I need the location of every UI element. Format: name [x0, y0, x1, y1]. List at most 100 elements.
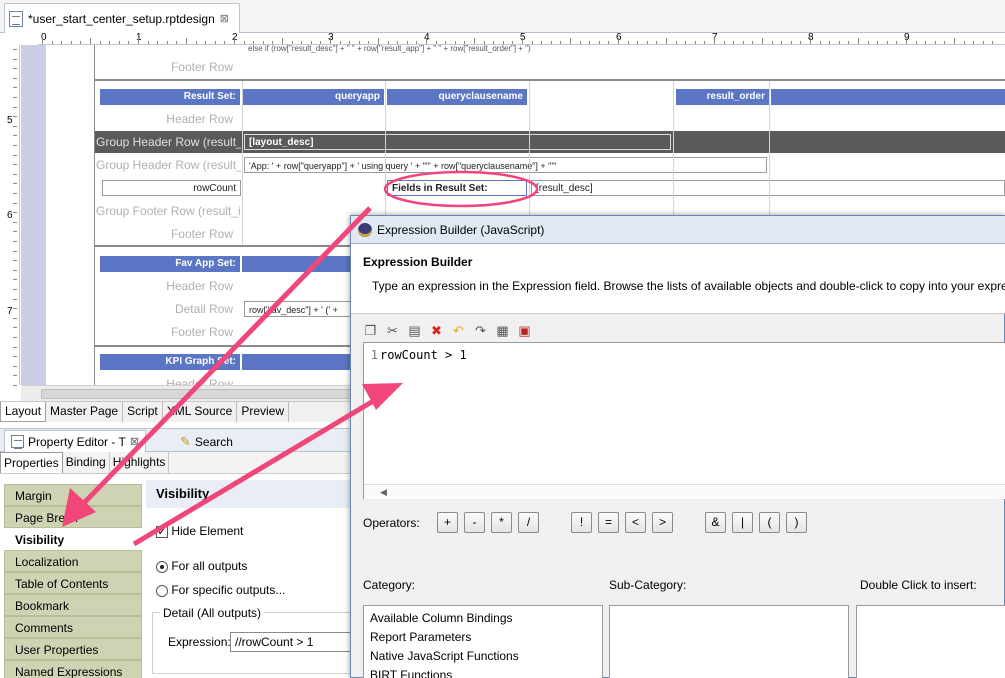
ruler-tick — [13, 346, 17, 348]
ruler-tick — [13, 260, 17, 262]
dialog-title-bar: Expression Builder (JavaScript) — [351, 216, 1005, 244]
ruler-tick — [915, 41, 917, 44]
ruler-tick — [474, 38, 475, 44]
operator-less-button[interactable]: < — [625, 512, 646, 533]
ruler-tick — [618, 38, 619, 44]
operator-minus-button[interactable]: - — [464, 512, 485, 533]
ruler-tick — [666, 38, 667, 44]
operator-plus-button[interactable]: + — [437, 512, 458, 533]
ruler-tick — [387, 41, 389, 44]
category-margin[interactable]: Margin — [4, 484, 142, 506]
header-row-label-3[interactable]: Header Row — [96, 373, 241, 385]
footer-row-label-3[interactable]: Footer Row — [96, 321, 241, 343]
operator-multiply-button[interactable]: * — [491, 512, 512, 533]
expression-editor[interactable]: 1 rowCount > 1 ◀ — [363, 342, 1005, 499]
category-user-properties[interactable]: User Properties — [4, 638, 142, 660]
cut-icon[interactable]: ✂ — [385, 323, 400, 338]
calculate-icon[interactable]: ▣ — [517, 323, 532, 338]
operator-open-paren-button[interactable]: ( — [759, 512, 780, 533]
ruler-tick — [982, 41, 984, 44]
subcategory-list[interactable] — [609, 605, 849, 678]
ruler-tick — [906, 38, 907, 44]
scroll-left-icon[interactable]: ◀ — [380, 487, 387, 497]
page-margin — [21, 45, 46, 385]
header-row-label[interactable]: Header Row — [96, 108, 241, 130]
footer-row-label-2[interactable]: Footer Row — [96, 223, 241, 245]
category-table-of-contents[interactable]: Table of Contents — [4, 572, 142, 594]
group-footer-row-label[interactable]: Group Footer Row (result_id — [94, 200, 241, 222]
close-icon[interactable]: ⊠ — [220, 12, 229, 25]
column-header-result-order[interactable]: result_order — [676, 89, 769, 105]
tab-layout[interactable]: Layout — [0, 402, 47, 422]
expression-input[interactable]: //rowCount > 1 — [230, 632, 360, 652]
list-item[interactable]: BIRT Functions — [370, 666, 596, 678]
operator-equals-button[interactable]: = — [598, 512, 619, 533]
for-all-outputs-radio[interactable]: For all outputs — [156, 559, 247, 573]
fav-app-set-header[interactable]: Fav App Set: — [100, 256, 240, 272]
ruler-tick — [13, 97, 17, 98]
redo-icon[interactable]: ↷ — [473, 323, 488, 338]
ruler-tick — [810, 38, 811, 44]
category-localization[interactable]: Localization — [4, 550, 142, 572]
column-header-queryapp[interactable]: queryapp — [242, 89, 384, 105]
category-comments[interactable]: Comments — [4, 616, 142, 638]
category-page-break[interactable]: Page Break — [4, 506, 142, 528]
header-row-label-2[interactable]: Header Row — [96, 275, 241, 297]
category-visibility[interactable]: Visibility — [4, 528, 142, 550]
expression-code[interactable]: rowCount > 1 — [380, 348, 467, 362]
tab-script[interactable]: Script — [123, 402, 163, 422]
hide-element-label: Hide Element — [171, 524, 244, 538]
list-item[interactable]: Available Column Bindings — [370, 609, 596, 628]
ruler-tick — [656, 41, 658, 44]
ruler-tick — [13, 356, 17, 358]
operator-divide-button[interactable]: / — [518, 512, 539, 533]
for-specific-outputs-radio[interactable]: For specific outputs... — [156, 583, 285, 597]
operator-close-paren-button[interactable]: ) — [786, 512, 807, 533]
editor-scrollbar[interactable]: ◀ — [364, 484, 1005, 499]
ruler-tick — [464, 41, 466, 44]
kpi-graph-set-header[interactable]: KPI Graph Set: — [100, 354, 240, 370]
category-bookmark[interactable]: Bookmark — [4, 594, 142, 616]
result-desc-field[interactable]: [result_desc] — [531, 180, 1005, 196]
fields-in-result-set-label[interactable]: Fields in Result Set: — [387, 180, 527, 196]
operator-and-button[interactable]: & — [705, 512, 726, 533]
category-named-expressions[interactable]: Named Expressions — [4, 660, 142, 678]
copy-icon[interactable]: ❐ — [363, 323, 378, 338]
list-item[interactable]: Native JavaScript Functions — [370, 647, 596, 666]
expression-cell[interactable]: else if (row["result_desc"] + " " + row[… — [244, 45, 769, 53]
list-item[interactable]: Report Parameters — [370, 628, 596, 647]
tab-highlights[interactable]: Highlights — [110, 452, 170, 473]
ruler-tick — [234, 38, 235, 44]
app-expression-field[interactable]: 'App: ' + row["queryapp"] + ' using quer… — [244, 157, 767, 173]
delete-icon[interactable]: ✖ — [429, 323, 444, 338]
tab-properties[interactable]: Properties — [0, 452, 63, 473]
result-set-header[interactable]: Result Set: — [100, 89, 240, 105]
visibility-panel: Visibility ✓ Hide Element For all output… — [146, 480, 360, 678]
column-header-queryclausename[interactable]: queryclausename — [387, 89, 527, 105]
ruler-tick — [550, 41, 552, 44]
insert-list[interactable] — [856, 605, 1005, 678]
operator-greater-button[interactable]: > — [652, 512, 673, 533]
tab-preview[interactable]: Preview — [237, 402, 290, 422]
tab-master-page[interactable]: Master Page — [46, 402, 124, 422]
layout-desc-field[interactable]: [layout_desc] — [244, 134, 671, 150]
ruler-tick — [512, 41, 514, 44]
hide-element-checkbox[interactable]: ✓ Hide Element — [156, 524, 243, 538]
validate-icon[interactable]: ▦ — [495, 323, 510, 338]
rowcount-field[interactable]: rowCount — [102, 180, 241, 196]
undo-icon[interactable]: ↶ — [451, 323, 466, 338]
operator-or-button[interactable]: | — [732, 512, 753, 533]
footer-row-label[interactable]: Footer Row — [96, 56, 241, 78]
detail-row-label[interactable]: Detail Row — [96, 298, 241, 320]
property-editor-tab[interactable]: Property Editor - T ⊠ — [4, 430, 147, 452]
editor-tab[interactable]: *user_start_center_setup.rptdesign ⊠ — [4, 3, 240, 33]
paste-icon[interactable]: ▤ — [407, 323, 422, 338]
close-icon[interactable]: ⊠ — [130, 435, 139, 448]
ruler-number: 6 — [7, 210, 13, 221]
tab-binding[interactable]: Binding — [63, 452, 110, 473]
ruler-tick — [838, 41, 840, 44]
search-tab[interactable]: ✎ Search — [180, 431, 233, 452]
group-header-row-label-2[interactable]: Group Header Row (result_id — [94, 154, 241, 176]
tab-xml-source[interactable]: XML Source — [163, 402, 238, 422]
operator-not-button[interactable]: ! — [571, 512, 592, 533]
